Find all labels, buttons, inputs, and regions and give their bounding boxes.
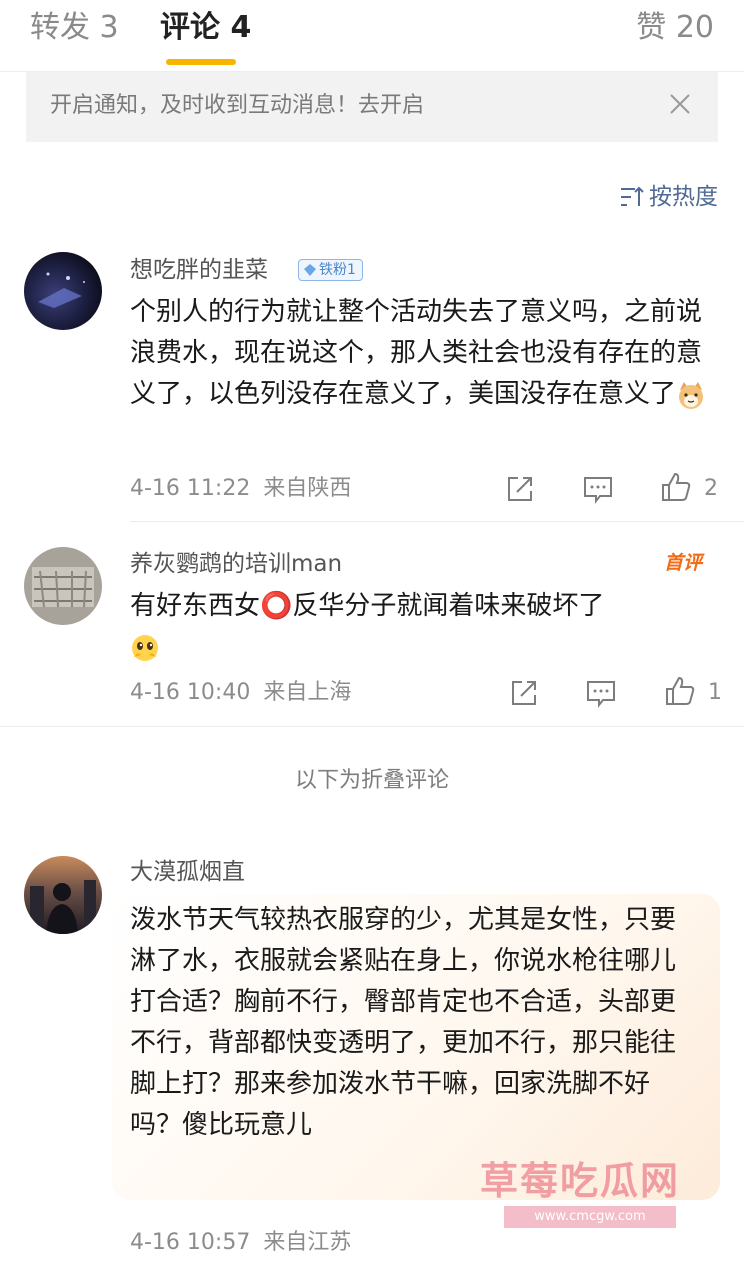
cat-emoji-icon [679, 381, 704, 409]
notification-text[interactable]: 开启通知，及时收到互动消息！去开启 [50, 89, 424, 123]
comment-divider [130, 521, 744, 522]
first-comment-badge: 首评 [664, 552, 703, 574]
watermark-text: 草莓吃瓜网 [480, 1159, 681, 1203]
share-icon[interactable] [504, 473, 536, 505]
comment-username[interactable]: 养灰鹦鹉的培训man [130, 548, 342, 580]
comment-meta: 4-16 10:40 来自上海 [130, 677, 351, 709]
sort-button[interactable]: 按热度 [619, 180, 718, 214]
like-count: 2 [704, 476, 718, 501]
fan-badge-label: 铁粉1 [319, 262, 356, 278]
comment-username[interactable]: 大漠孤烟直 [130, 856, 245, 888]
folded-comments-label: 以下为折叠评论 [294, 768, 449, 793]
reply-icon[interactable] [582, 473, 614, 505]
comment-username[interactable]: 想吃胖的韭菜 [130, 254, 268, 286]
like-icon[interactable] [660, 471, 692, 503]
reply-icon[interactable] [585, 677, 617, 709]
pleading-face-emoji-icon [132, 634, 158, 661]
avatar[interactable] [24, 252, 102, 330]
comment-body: 有好东西女⭕反华分子就闻着味来破坏了 [130, 586, 720, 668]
tab-reposts[interactable]: 转发 3 [30, 8, 119, 48]
avatar[interactable] [24, 547, 102, 625]
comment-time: 4-16 11:22 [130, 476, 251, 501]
comment-time: 4-16 10:57 [130, 1230, 251, 1255]
comment-body: 个别人的行为就让整个活动失去了意义吗，之前说浪费水，现在说这个，那人类社会也没有… [130, 292, 720, 415]
notification-banner[interactable]: 开启通知，及时收到互动消息！去开启 [26, 72, 718, 142]
active-tab-indicator [166, 59, 236, 65]
comment-location: 来自陕西 [263, 476, 352, 501]
comment-time: 4-16 10:40 [130, 680, 251, 705]
tab-comments[interactable]: 评论 4 [160, 8, 251, 48]
comment-meta: 4-16 10:57 来自江苏 [130, 1227, 351, 1259]
sort-label: 按热度 [649, 184, 718, 210]
comment-text: 泼水节天气较热衣服穿的少，尤其是女性，只要淋了水，衣服就会紧贴在身上，你说水枪往… [130, 905, 677, 1140]
share-icon[interactable] [508, 677, 540, 709]
comment-meta: 4-16 11:22 来自陕西 [130, 473, 351, 505]
fan-badge[interactable]: 铁粉1 [298, 259, 363, 281]
comment-location: 来自上海 [263, 680, 352, 705]
comment-body: 泼水节天气较热衣服穿的少，尤其是女性，只要淋了水，衣服就会紧贴在身上，你说水枪往… [130, 900, 700, 1146]
section-divider [0, 726, 744, 727]
like-count: 1 [708, 680, 722, 705]
diamond-icon [304, 264, 316, 276]
like-icon[interactable] [664, 675, 696, 707]
comment-text: 有好东西女⭕反华分子就闻着味来破坏了 [130, 591, 605, 621]
tab-bar: 转发 3 评论 4 赞 20 [0, 0, 744, 72]
watermark-url: www.cmcgw.com [504, 1206, 676, 1228]
tab-likes[interactable]: 赞 20 [636, 8, 714, 48]
comment-text: 个别人的行为就让整个活动失去了意义吗，之前说浪费水，现在说这个，那人类社会也没有… [130, 297, 703, 409]
comment-location: 来自江苏 [263, 1230, 352, 1255]
avatar[interactable] [24, 856, 102, 934]
sort-icon [621, 186, 644, 206]
close-icon[interactable] [666, 90, 694, 118]
